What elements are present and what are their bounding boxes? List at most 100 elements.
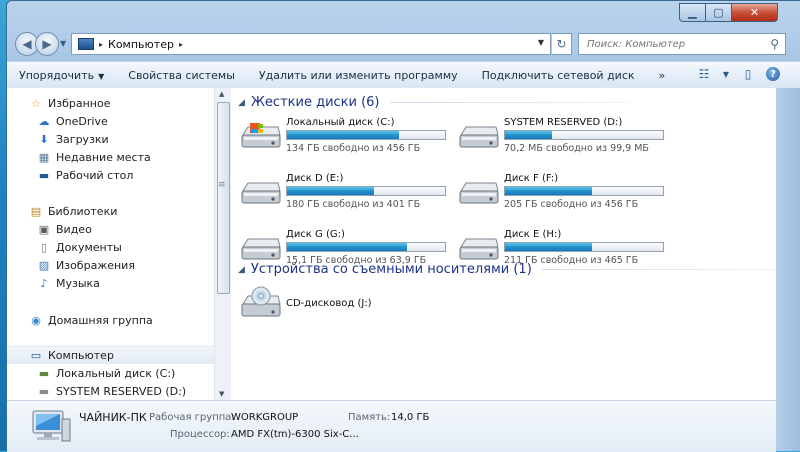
memory-label: Память: bbox=[348, 412, 391, 423]
preview-pane-icon[interactable]: ▯ bbox=[740, 66, 756, 82]
star-icon: ☆ bbox=[31, 96, 41, 110]
drive-free-space: 180 ГБ свободно из 401 ГБ bbox=[286, 199, 421, 210]
path-separator[interactable]: ▸ bbox=[99, 40, 103, 49]
nav-item[interactable]: ▣ Видео bbox=[7, 220, 92, 238]
music-icon: ♪ bbox=[40, 276, 48, 290]
workgroup-value: WORKGROUP bbox=[231, 412, 299, 423]
scroll-up-icon[interactable]: ▲ bbox=[219, 90, 224, 98]
nav-item[interactable]: ☆ Избранное bbox=[7, 94, 110, 112]
nav-item[interactable]: ▬ Рабочий стол bbox=[7, 166, 134, 184]
memory-value: 14,0 ГБ bbox=[391, 412, 430, 423]
libraries-icon: ▤ bbox=[30, 204, 42, 218]
nav-item[interactable]: ▬ Локальный диск (C:) bbox=[7, 364, 176, 382]
more-commands-button[interactable]: » bbox=[647, 69, 678, 82]
nav-item[interactable]: ♪ Музыка bbox=[7, 274, 99, 292]
address-history-dropdown[interactable]: ▼ bbox=[538, 38, 544, 47]
workgroup-label: Рабочая группа: bbox=[149, 412, 235, 423]
system-properties-button[interactable]: Свойства системы bbox=[116, 69, 247, 82]
group-divider bbox=[389, 102, 630, 103]
search-box[interactable]: ⚲ bbox=[578, 33, 786, 55]
organize-label: Упорядочить bbox=[19, 68, 95, 82]
drive-usage-bar bbox=[504, 130, 664, 140]
drive-tile[interactable]: Диск D (E:) 180 ГБ свободно из 401 ГБ bbox=[240, 173, 446, 217]
scrollbar-thumb[interactable] bbox=[217, 102, 230, 294]
map-network-drive-button[interactable]: Подключить сетевой диск bbox=[470, 69, 647, 82]
nav-item-label: Недавние места bbox=[56, 150, 151, 164]
nav-item[interactable]: ⬇ Загрузки bbox=[7, 130, 109, 148]
nav-item[interactable]: ▭ Компьютер bbox=[7, 346, 214, 364]
drive-usage-bar bbox=[504, 186, 664, 196]
recent-places-icon: ▦ bbox=[38, 150, 50, 164]
hard-drive-icon bbox=[459, 238, 499, 260]
chevron-down-icon[interactable]: ▼ bbox=[722, 66, 730, 82]
nav-item[interactable]: ▨ Изображения bbox=[7, 256, 135, 274]
documents-icon: ▯ bbox=[40, 240, 48, 254]
drive-usage-bar bbox=[286, 186, 446, 196]
removable-device-tile[interactable]: CD-дисковод (J:) bbox=[240, 286, 440, 330]
nav-item[interactable]: ▬ SYSTEM RESERVED (D:) bbox=[7, 382, 186, 400]
search-input[interactable] bbox=[585, 37, 759, 51]
processor-label: Процессор: bbox=[170, 429, 230, 440]
nav-item-label: Библиотеки bbox=[48, 204, 118, 218]
drive-name: Диск E (H:) bbox=[504, 229, 562, 240]
nav-item[interactable]: ▦ Недавние места bbox=[7, 148, 151, 166]
drive-usage-fill bbox=[287, 131, 400, 139]
nav-item[interactable]: ◉ Домашняя группа bbox=[7, 311, 153, 329]
forward-button[interactable]: ▶ bbox=[35, 32, 59, 56]
processor-value: AMD FX(tm)-6300 Six-C... bbox=[231, 429, 359, 440]
drive-free-space: 134 ГБ свободно из 456 ГБ bbox=[286, 143, 421, 154]
drive-usage-bar bbox=[286, 130, 446, 140]
nav-item-label: Загрузки bbox=[56, 132, 109, 146]
group-header-hard-drives[interactable]: ◢ Жесткие диски (6) bbox=[238, 95, 630, 110]
nav-item-label: Локальный диск (C:) bbox=[56, 366, 176, 380]
nav-item[interactable]: ▯ Документы bbox=[7, 238, 122, 256]
refresh-button[interactable]: ↻ bbox=[552, 33, 572, 55]
drive-free-space: 205 ГБ свободно из 456 ГБ bbox=[504, 199, 639, 210]
navigation-row: ◀ ▶ ▼ ▸ Компьютер ▸ ▼ ↻ ⚲ bbox=[15, 31, 786, 59]
drive-icon: ▬ bbox=[38, 384, 50, 398]
view-options-icon[interactable]: ☷ bbox=[696, 66, 712, 82]
drive-usage-fill bbox=[505, 243, 592, 251]
drive-tile[interactable]: Диск G (G:) 15,1 ГБ свободно из 63,9 ГБ bbox=[240, 229, 446, 273]
nav-item-label: Видео bbox=[56, 222, 92, 236]
collapse-icon[interactable]: ◢ bbox=[238, 98, 245, 108]
drives-view: ◢ Жесткие диски (6) ◢ Устройства со съем… bbox=[230, 88, 782, 400]
nav-item-label: Изображения bbox=[56, 258, 135, 272]
scroll-down-icon[interactable]: ▼ bbox=[219, 390, 224, 398]
hard-drive-icon bbox=[241, 238, 281, 260]
computer-name: ЧАЙНИК-ПК bbox=[79, 411, 147, 424]
hard-drive-icon bbox=[459, 182, 499, 204]
drive-name: Диск D (E:) bbox=[286, 173, 344, 184]
drive-usage-fill bbox=[505, 131, 553, 139]
cd-drive-icon bbox=[241, 286, 281, 317]
nav-item[interactable]: ▤ Библиотеки bbox=[7, 202, 118, 220]
details-pane: ЧАЙНИК-ПК Рабочая группа: WORKGROUP Памя… bbox=[7, 400, 776, 452]
search-icon[interactable]: ⚲ bbox=[770, 37, 779, 51]
nav-item-label: Избранное bbox=[48, 96, 111, 110]
back-arrow-icon: ◀ bbox=[22, 37, 32, 51]
drive-tile[interactable]: Диск E (H:) 211 ГБ свободно из 465 ГБ bbox=[458, 229, 664, 273]
system-drive-icon bbox=[241, 123, 281, 148]
navigation-scrollbar[interactable]: ▲ ≡ ▼ bbox=[214, 88, 231, 400]
drive-tile[interactable]: Диск F (F:) 205 ГБ свободно из 456 ГБ bbox=[458, 173, 664, 217]
address-location[interactable]: Компьютер bbox=[108, 38, 174, 51]
uninstall-program-button[interactable]: Удалить или изменить программу bbox=[247, 69, 470, 82]
drive-name: Локальный диск (C:) bbox=[286, 117, 395, 128]
maximize-button[interactable]: ▢ bbox=[706, 3, 732, 22]
organize-button[interactable]: Упорядочить ▼ bbox=[7, 69, 116, 82]
path-separator[interactable]: ▸ bbox=[179, 40, 183, 49]
drive-tile[interactable]: Локальный диск (C:) 134 ГБ свободно из 45… bbox=[240, 117, 446, 161]
group-title: Жесткие диски (6) bbox=[250, 95, 380, 110]
nav-item[interactable]: ☁ OneDrive bbox=[7, 112, 108, 130]
recent-pages-dropdown[interactable]: ▼ bbox=[60, 39, 66, 48]
help-icon[interactable]: ? bbox=[766, 67, 780, 81]
refresh-icon: ↻ bbox=[556, 37, 567, 51]
minimize-button[interactable]: ▁ bbox=[679, 3, 706, 22]
address-bar[interactable]: ▸ Компьютер ▸ ▼ bbox=[71, 33, 551, 55]
nav-item-label: Рабочий стол bbox=[56, 168, 134, 182]
close-button[interactable]: ✕ bbox=[732, 3, 778, 22]
grip-icon: ≡ bbox=[218, 180, 226, 190]
desktop-icon: ▬ bbox=[38, 168, 50, 182]
video-icon: ▣ bbox=[38, 222, 50, 236]
drive-tile[interactable]: SYSTEM RESERVED (D:) 70,2 МБ свободно из … bbox=[458, 117, 664, 161]
